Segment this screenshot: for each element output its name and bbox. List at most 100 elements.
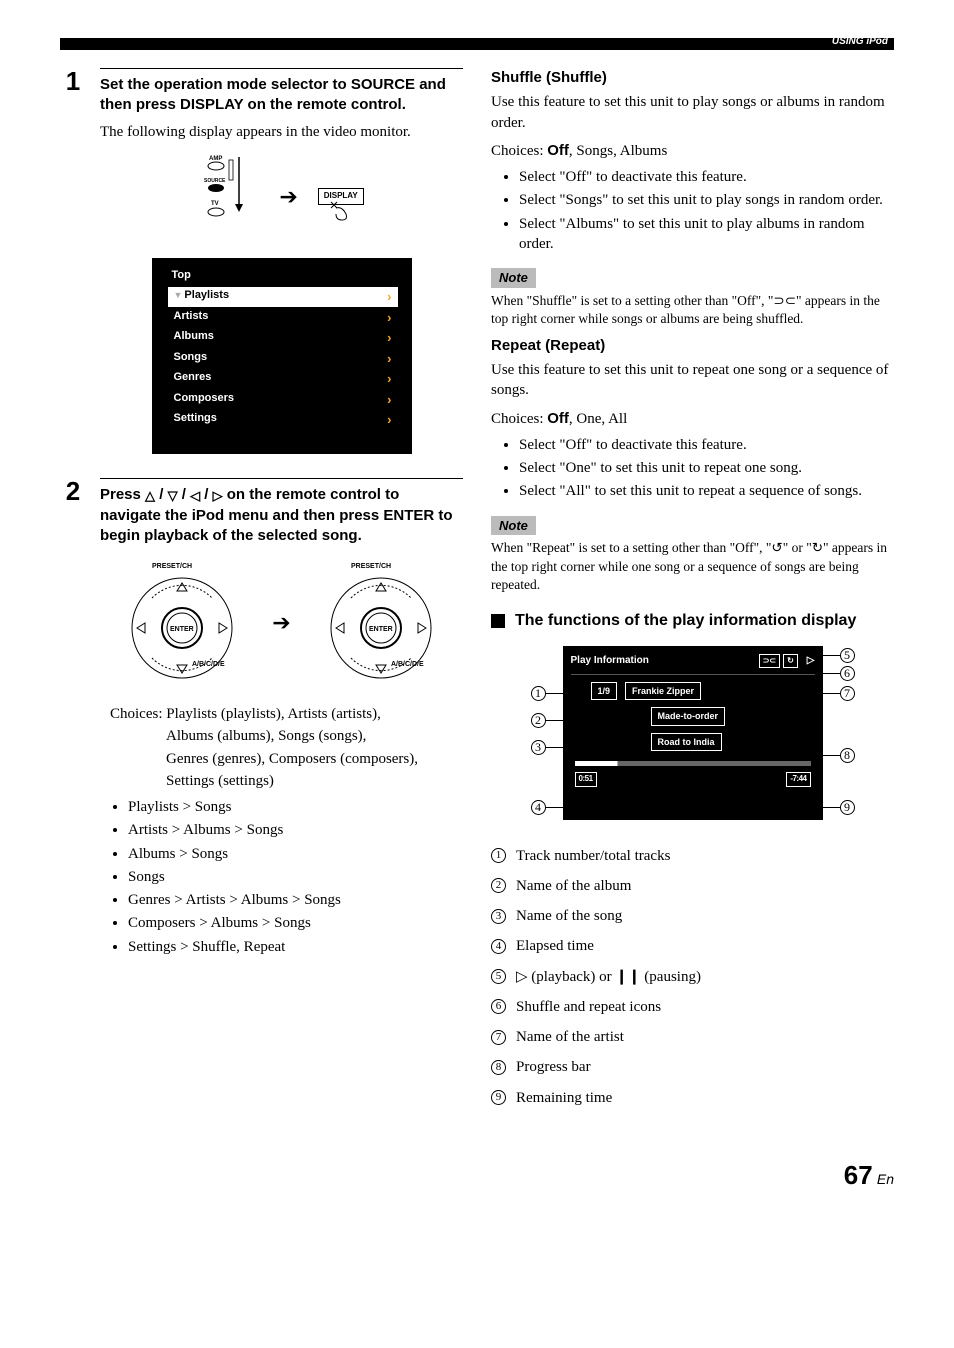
shuffle-bullets: Select "Off" to deactivate this feature.… (519, 167, 894, 254)
page-suffix: En (877, 1171, 894, 1187)
svg-text:AMP: AMP (209, 156, 222, 162)
list-item: Songs (128, 867, 463, 887)
legend-item: 7Name of the artist (491, 1027, 894, 1047)
list-item: Select "Albums" to set this unit to play… (519, 214, 894, 255)
repeat-intro: Use this feature to set this unit to rep… (491, 360, 894, 401)
callout-1: 1 (531, 686, 546, 701)
legend-item: 1Track number/total tracks (491, 846, 894, 866)
list-item: Albums > Songs (128, 844, 463, 864)
legend-item: 4Elapsed time (491, 936, 894, 956)
list-item: Settings > Shuffle, Repeat (128, 937, 463, 957)
press-hand-icon (326, 200, 354, 222)
play-info-status-icons: ⊃⊂ ↻ ▷ (759, 654, 815, 669)
shuffle-status-icon: ⊃⊂ (759, 654, 780, 669)
list-item: Select "Songs" to set this unit to play … (519, 190, 894, 210)
right-triangle-icon: ▷ (213, 487, 223, 505)
down-triangle-icon: ▽ (168, 487, 178, 505)
ipod-menu-display: Top ▼Playlists›Artists›Albums›Songs›Genr… (152, 258, 412, 455)
mode-selector-icon: AMP SOURCE TV (199, 152, 259, 242)
step-2-path-list: Playlists > Songs Artists > Albums > Song… (128, 797, 463, 957)
repeat-one-icon: ↺ (771, 540, 782, 555)
choices-line: Albums (albums), Songs (songs), (166, 726, 463, 746)
step-2-choices: Choices: Playlists (playlists), Artists … (110, 704, 463, 791)
play-status-icon: ▷ (807, 654, 815, 668)
svg-text:ENTER: ENTER (170, 626, 194, 633)
shuffle-choices: Choices: Off, Songs, Albums (491, 141, 894, 161)
choices-line: Settings (settings) (166, 771, 463, 791)
note-label: Note (491, 268, 536, 288)
repeat-status-icon: ↻ (783, 654, 798, 669)
svg-text:PRESET/CH: PRESET/CH (351, 563, 391, 570)
shuffle-intro: Use this feature to set this unit to pla… (491, 92, 894, 133)
left-triangle-icon: ◁ (190, 487, 200, 505)
choices-line: Genres (genres), Composers (composers), (166, 749, 463, 769)
list-item: Select "One" to set this unit to repeat … (519, 458, 894, 478)
section-tag: USING iPod (832, 35, 888, 49)
menu-items: ▼Playlists›Artists›Albums›Songs›Genres›C… (166, 287, 398, 431)
selector-diagram: AMP SOURCE TV ➔ DISPLAY (100, 152, 463, 242)
callout-5: 5 (840, 648, 855, 663)
page-footer: 67 En (60, 1158, 894, 1193)
artist-name: Frankie Zipper (625, 682, 701, 700)
list-item: Artists > Albums > Songs (128, 820, 463, 840)
menu-item: Albums› (168, 328, 398, 349)
repeat-all-icon: ↻ (812, 540, 823, 555)
step-2: 2 Press △ / ▽ / ◁ / ▷ on the remote cont… (60, 478, 463, 963)
callout-2: 2 (531, 713, 546, 728)
callout-8: 8 (840, 748, 855, 763)
list-item: Composers > Albums > Songs (128, 913, 463, 933)
menu-title: Top (172, 268, 398, 283)
play-info-screen: Play Information ⊃⊂ ↻ ▷ 1/9 Frankie Zipp… (563, 646, 823, 820)
play-info-diagram: Play Information ⊃⊂ ↻ ▷ 1/9 Frankie Zipp… (523, 642, 863, 832)
step-1-body: The following display appears in the vid… (100, 122, 463, 142)
header-black-bar (60, 38, 894, 50)
play-info-legend: 1Track number/total tracks2Name of the a… (491, 846, 894, 1108)
step-1-number: 1 (60, 68, 86, 464)
menu-item: Artists› (168, 307, 398, 328)
remote-dpad-right-icon: PRESET/CH ENTER A/B/C/D/E (306, 558, 456, 688)
legend-item: 8Progress bar (491, 1057, 894, 1077)
menu-item: Songs› (168, 348, 398, 369)
svg-text:A/B/C/D/E: A/B/C/D/E (391, 661, 424, 668)
list-item: Select "Off" to deactivate this feature. (519, 435, 894, 455)
arrow-icon: ➔ (279, 182, 297, 212)
song-name: Road to India (651, 733, 722, 751)
legend-item: 5▷ (playback) or ❙❙ (pausing) (491, 967, 894, 987)
legend-item: 3Name of the song (491, 906, 894, 926)
step-1-title: Set the operation mode selector to SOURC… (100, 75, 463, 116)
step-1: 1 Set the operation mode selector to SOU… (60, 68, 463, 464)
legend-item: 6Shuffle and repeat icons (491, 997, 894, 1017)
callout-7: 7 (840, 686, 855, 701)
page-number: 67 (844, 1160, 873, 1190)
remote-dpad-left-icon: PRESET/CH ENTER A/B/C/D/E (107, 558, 257, 688)
remote-diagram-row: PRESET/CH ENTER A/B/C/D/E ➔ (100, 558, 463, 688)
svg-text:A/B/C/D/E: A/B/C/D/E (192, 661, 225, 668)
shuffle-note: When "Shuffle" is set to a setting other… (491, 292, 894, 328)
callout-6: 6 (840, 666, 855, 681)
left-column: 1 Set the operation mode selector to SOU… (60, 68, 463, 1118)
callout-4: 4 (531, 800, 546, 815)
list-item: Select "Off" to deactivate this feature. (519, 167, 894, 187)
up-triangle-icon: △ (145, 487, 155, 505)
shuffle-icon: ⊃⊂ (773, 293, 796, 308)
album-name: Made-to-order (651, 707, 726, 725)
list-item: Playlists > Songs (128, 797, 463, 817)
progress-bar (575, 761, 811, 766)
elapsed-time: 0:51 (575, 772, 597, 787)
callout-3: 3 (531, 740, 546, 755)
right-column: Shuffle (Shuffle) Use this feature to se… (491, 68, 894, 1118)
step-2-title: Press △ / ▽ / ◁ / ▷ on the remote contro… (100, 485, 463, 546)
list-item: Select "All" to set this unit to repeat … (519, 481, 894, 501)
repeat-note: When "Repeat" is set to a setting other … (491, 539, 894, 594)
svg-text:SOURCE: SOURCE (204, 178, 226, 184)
track-counter: 1/9 (591, 682, 618, 700)
callout-9: 9 (840, 800, 855, 815)
menu-item: Genres› (168, 369, 398, 390)
two-column-layout: 1 Set the operation mode selector to SOU… (60, 68, 894, 1118)
svg-text:PRESET/CH: PRESET/CH (152, 563, 192, 570)
step-2-number: 2 (60, 478, 86, 963)
functions-heading: The functions of the play information di… (491, 610, 894, 632)
square-bullet-icon (491, 614, 505, 628)
arrow-icon: ➔ (272, 608, 290, 638)
svg-text:ENTER: ENTER (369, 626, 393, 633)
